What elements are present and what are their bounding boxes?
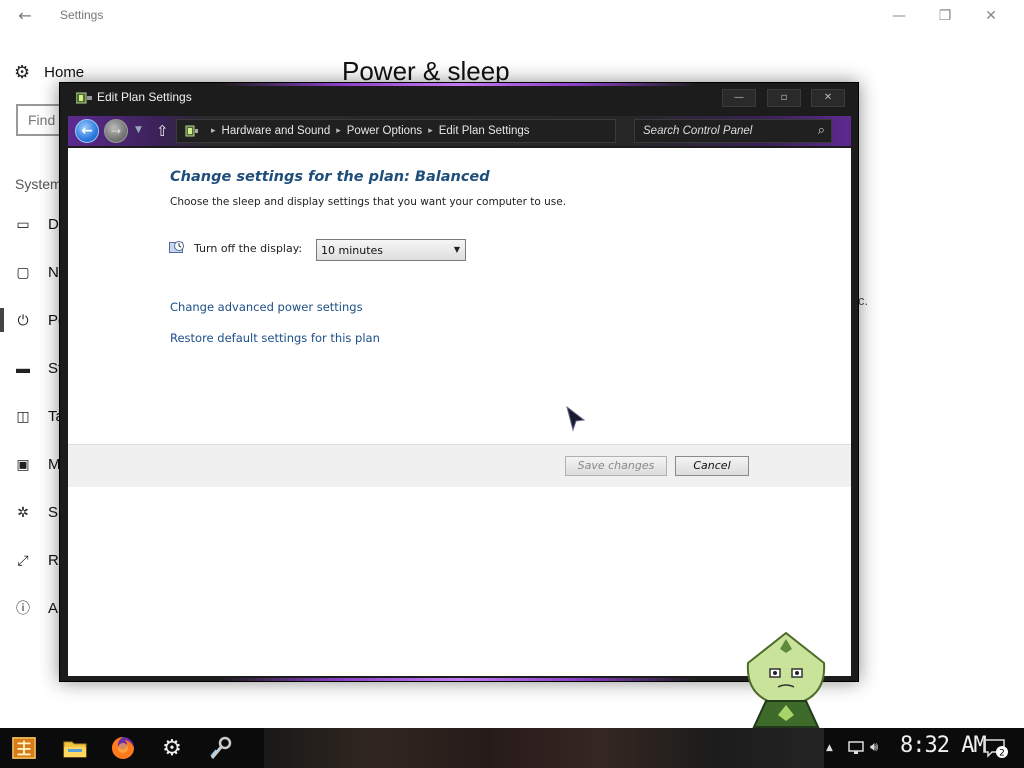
breadcrumb[interactable]: ▸ Hardware and Sound ▸ Power Options ▸ E… [176,119,616,143]
taskbar-background-art [264,728,824,768]
maximize-button[interactable]: ▫ [767,89,801,107]
search-icon[interactable]: ⌕ [818,123,825,138]
chevron-up-icon[interactable]: ▲ [826,743,833,753]
back-arrow-icon[interactable]: ← [14,6,36,26]
change-advanced-power-settings-link[interactable]: Change advanced power settings [170,300,363,314]
settings-gear-icon[interactable]: ⚙ [160,736,184,761]
mouse-cursor-icon [566,406,586,432]
active-nav-indicator [0,308,4,332]
shared-experiences-icon: ✲ [17,503,29,520]
display-icon: ▭ [16,215,30,232]
close-button[interactable]: ✕ [811,89,845,107]
tablet-mode-icon: ◫ [16,407,30,424]
breadcrumb-separator-icon: ▸ [428,126,433,136]
window-title: Edit Plan Settings [97,90,192,104]
plan-settings-content: Change settings for the plan: Balanced C… [68,148,851,676]
sidebar-item-storage[interactable]: ▬ St [14,356,62,380]
back-arrow-icon[interactable]: ← [75,119,99,143]
sidebar-item-label: N [48,263,59,281]
close-button[interactable]: ✕ [968,4,1014,28]
power-icon: ⏻ [17,311,29,328]
folder-icon [63,741,87,758]
breadcrumb-separator-icon: ▸ [336,126,341,136]
notifications-icon: ▢ [16,263,30,280]
notification-center-icon[interactable]: 2 [982,738,1008,758]
power-options-icon [185,125,198,137]
about-icon: ⓘ [16,600,30,616]
plan-description: Choose the sleep and display settings th… [170,196,567,208]
address-bar: ← → ▼ ⇧ ▸ Hardware and Sound ▸ Power Opt… [68,116,851,146]
breadcrumb-edit-plan-settings[interactable]: Edit Plan Settings [439,125,530,137]
power-options-app-icon [76,92,92,104]
start-logo-icon [12,737,36,759]
partial-text: c. [858,293,869,308]
select-value: 10 minutes [321,244,384,257]
settings-window-title: Settings [60,8,104,22]
home-nav-item[interactable]: ⚙ Home [14,62,84,83]
multitasking-icon: ▣ [16,455,30,472]
gear-icon: ⚙ [14,62,31,83]
sidebar-item-tablet-mode[interactable]: ◫ Ta [14,404,63,428]
breadcrumb-power-options[interactable]: Power Options [347,125,422,137]
turn-off-display-select[interactable]: 10 minutes ▼ [316,239,466,261]
settings-window-controls: — ❐ ✕ [876,4,1014,28]
storage-icon: ▬ [16,360,30,376]
taskbar-clock[interactable]: 8:32 AM [900,733,987,758]
sidebar-item-label: A [48,599,59,617]
turn-off-display-label: Turn off the display: [194,242,303,255]
sidebar-item-multitasking[interactable]: ▣ M [14,452,60,476]
start-icon[interactable] [12,736,36,760]
search-control-panel-input[interactable]: Search Control Panel ⌕ [634,119,832,143]
wrench-icon [210,736,232,759]
mascot-character-icon [746,631,826,728]
search-placeholder: Search Control Panel [643,125,753,137]
tools-icon[interactable] [208,736,232,760]
forward-arrow-icon[interactable]: → [104,119,128,143]
volume-icon[interactable]: 🔊︎ [870,740,878,755]
chevron-down-icon: ▼ [453,245,460,254]
recent-pages-dropdown-icon[interactable]: ▼ [135,125,142,135]
taskbar: ⚙ ▲ 🔊︎ 8:32 AM 2 [0,728,1024,768]
firefox-logo-icon [112,737,134,759]
notification-count: 2 [999,749,1005,759]
firefox-icon[interactable] [111,736,135,760]
minimize-button[interactable]: — [722,89,756,107]
edit-plan-settings-window: Edit Plan Settings — ▫ ✕ ← → ▼ ⇧ ▸ Hardw… [59,82,859,682]
display-timer-icon [169,241,184,253]
minimize-button[interactable]: — [876,4,922,28]
breadcrumb-separator-icon: ▸ [211,126,216,136]
network-icon[interactable] [848,740,864,760]
network-icon-graphic [848,741,864,754]
plan-heading: Change settings for the plan: Balanced [170,169,490,185]
up-arrow-icon[interactable]: ⇧ [156,122,169,140]
cancel-button[interactable]: Cancel [675,456,749,476]
remote-desktop-icon: ⤢ [17,551,29,568]
file-explorer-icon[interactable] [63,736,87,760]
restore-button[interactable]: ❐ [922,4,968,28]
button-bar: Save changes Cancel [68,444,851,487]
restore-defaults-link[interactable]: Restore default settings for this plan [170,331,380,345]
sidebar-item-display[interactable]: ▭ Di [14,212,62,236]
save-changes-button[interactable]: Save changes [565,456,667,476]
sidebar-item-notifications[interactable]: ▢ N [14,260,59,284]
system-section-label: System [15,176,62,192]
sidebar-item-about[interactable]: ⓘ A [14,596,58,620]
home-label: Home [44,64,85,81]
breadcrumb-hardware-and-sound[interactable]: Hardware and Sound [222,125,331,137]
window-titlebar[interactable]: Edit Plan Settings — ▫ ✕ [60,83,858,113]
